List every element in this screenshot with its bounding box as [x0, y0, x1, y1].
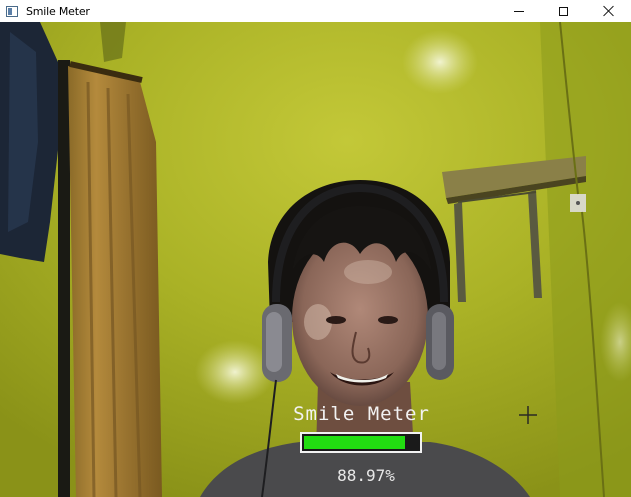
title-bar[interactable]: Smile Meter: [0, 0, 631, 22]
door-frame: [58, 60, 70, 497]
minimize-button[interactable]: [496, 0, 541, 22]
smile-meter-bar: [300, 432, 422, 453]
window-title: Smile Meter: [26, 4, 90, 18]
smile-meter-label: Smile Meter: [293, 403, 430, 425]
minimize-icon: [513, 10, 524, 12]
close-button[interactable]: [586, 0, 631, 22]
smile-percentage: 88.97%: [337, 466, 395, 485]
maximize-button[interactable]: [541, 0, 586, 22]
smile-meter-window: Smile Meter Smile Meter 88.97%: [0, 0, 631, 497]
maximize-icon: [559, 6, 568, 16]
smile-meter-fill: [304, 436, 405, 449]
app-icon: [6, 5, 18, 17]
close-icon: [603, 5, 615, 17]
window-controls: [496, 0, 631, 22]
